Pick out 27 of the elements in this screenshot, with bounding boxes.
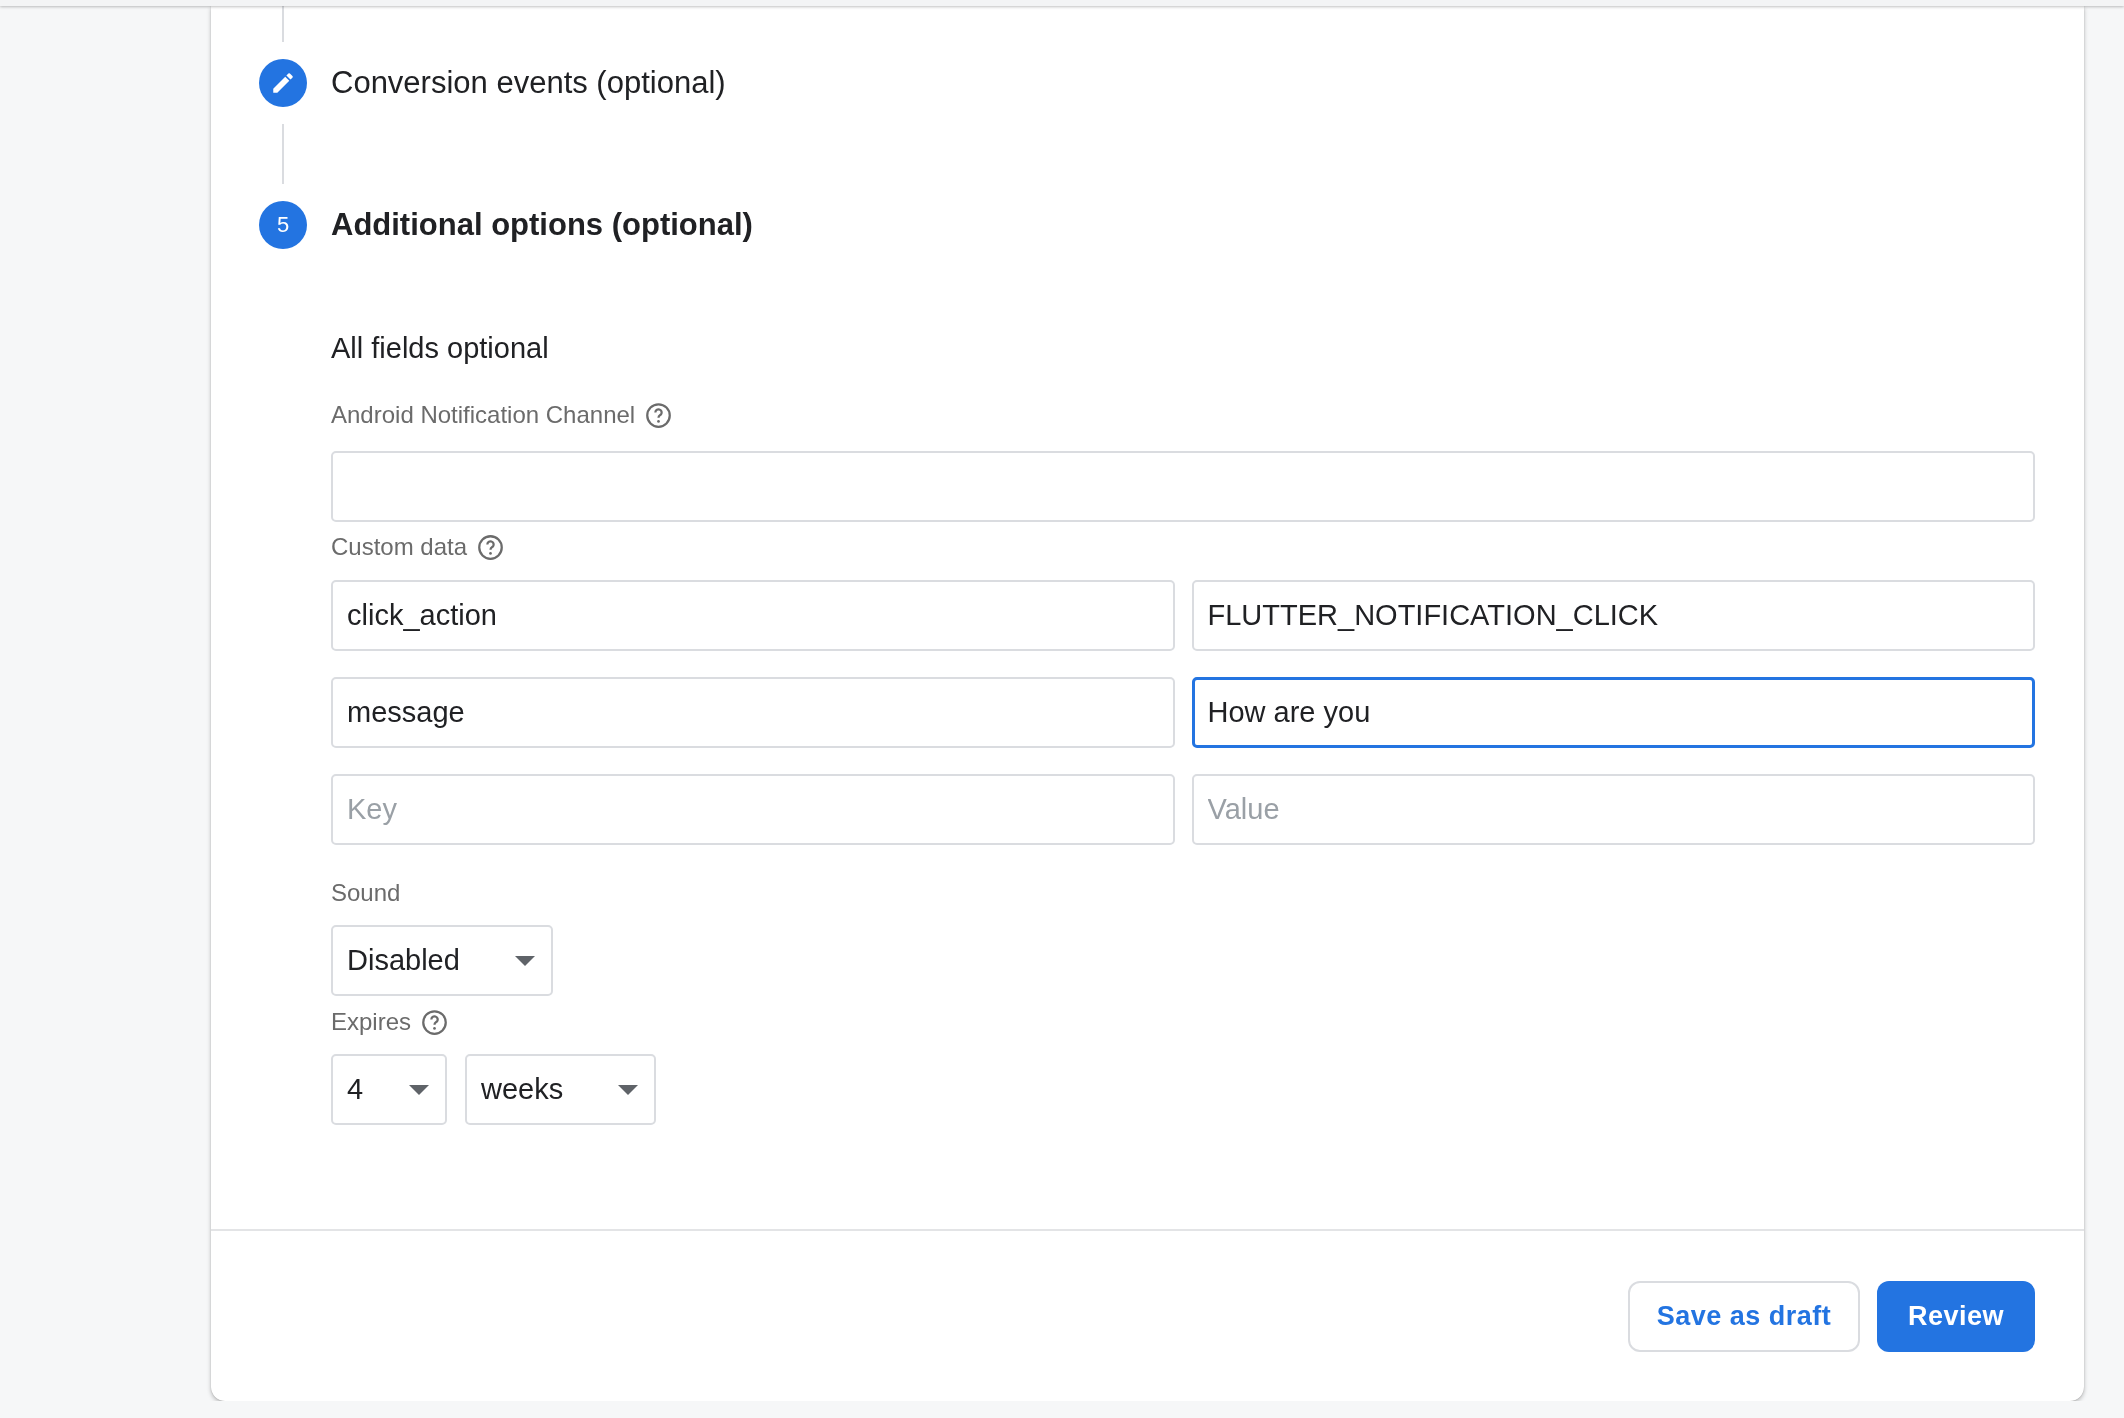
caret-icon: [515, 955, 535, 966]
review-button[interactable]: Review: [1877, 1281, 2035, 1352]
step-title[interactable]: Conversion events (optional): [331, 65, 726, 101]
text-field[interactable]: Value: [1191, 774, 2035, 845]
pencil-icon: [270, 70, 296, 96]
step-number-badge: 5: [259, 201, 307, 249]
dropdown[interactable]: 4: [331, 1054, 447, 1125]
text-field[interactable]: How are you: [1191, 677, 2035, 748]
text-field[interactable]: message: [331, 677, 1175, 748]
field-label: Sound: [331, 879, 401, 907]
dropdown[interactable]: Disabled: [331, 925, 553, 996]
caret-icon: [409, 1084, 429, 1095]
section-heading: All fields optional: [331, 332, 550, 364]
help-icon[interactable]: [477, 533, 505, 561]
text-field[interactable]: [331, 451, 2035, 522]
text-field[interactable]: click_action: [331, 580, 1175, 651]
field-label: Expires: [331, 1008, 412, 1036]
field-label: Custom data: [331, 533, 468, 561]
text-field[interactable]: FLUTTER_NOTIFICATION_CLICK: [1191, 580, 2035, 651]
draft-button[interactable]: Save as draft: [1628, 1281, 1860, 1352]
help-icon[interactable]: [421, 1008, 449, 1036]
help-icon[interactable]: [645, 401, 673, 429]
step-title[interactable]: Additional options (optional): [331, 207, 753, 243]
field-label: Android Notification Channel: [331, 401, 636, 429]
text-field[interactable]: Key: [331, 774, 1175, 845]
caret-icon: [618, 1084, 638, 1095]
dropdown[interactable]: weeks: [465, 1054, 656, 1125]
